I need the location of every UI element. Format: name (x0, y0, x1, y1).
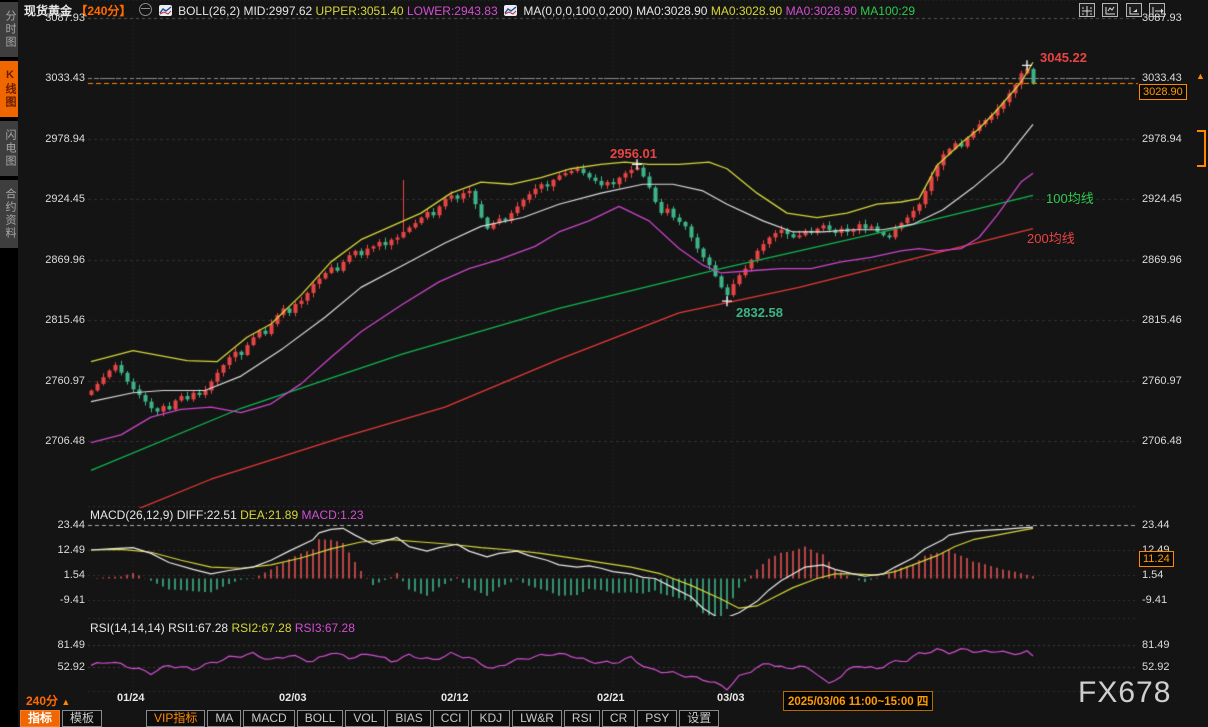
current-bar-datetime: 2025/03/06 11:00~15:00 四 (783, 691, 933, 711)
sidebar-tab-3[interactable]: 闪电图 (0, 121, 18, 176)
price-axis-right-4: 2869.96 (1142, 254, 1182, 266)
macd-dea: DEA:21.89 (240, 508, 298, 522)
rsi2-value: RSI2:67.28 (231, 621, 291, 635)
toolbar-button-MA[interactable]: MA (207, 710, 241, 727)
price-axis-right-5: 2815.46 (1142, 314, 1182, 326)
price-axis-right-0: 3087.93 (1142, 12, 1182, 24)
toolbar-button-LW&R[interactable]: LW&R (512, 710, 562, 727)
toolbar-button-设置[interactable]: 设置 (679, 710, 719, 727)
date-tick-4: 03/03 (717, 692, 745, 704)
rsi3-value: RSI3:67.28 (295, 621, 355, 635)
sidebar: 分时图 K线图闪电图合约资料 (0, 0, 18, 727)
price-axis-right-2: 2978.94 (1142, 133, 1182, 145)
ma0-yellow: MA0:3028.90 (711, 4, 782, 18)
boll-mid: MID:2997.62 (243, 4, 312, 18)
macd-value: MACD:1.23 (301, 508, 363, 522)
price-axis-left-1: 3033.43 (33, 72, 85, 84)
boll-indicator-icon[interactable] (159, 5, 172, 16)
toolbar-button-模板[interactable]: 模板 (62, 710, 102, 727)
rsi-axis-left-1: 52.92 (33, 661, 85, 673)
toolbar-button-KDJ[interactable]: KDJ (471, 710, 510, 727)
sidebar-tab-1[interactable]: 分时图 (0, 2, 18, 57)
macd-label: MACD(26,12,9) (90, 508, 173, 522)
ma-indicator-icon[interactable] (504, 5, 517, 16)
price-axis-left-2: 2978.94 (33, 133, 85, 145)
date-tick-2: 02/12 (441, 692, 469, 704)
macd-axis-left-0: 23.44 (33, 519, 85, 531)
chart-header: 现货黄金 【240分】 BOLL(26,2) MID:2997.62 UPPER… (24, 3, 915, 17)
sidebar-tab-2[interactable]: K线图 (0, 61, 18, 117)
toolbar-button-BOLL[interactable]: BOLL (297, 710, 344, 727)
rsi-axis-right-1: 52.92 (1142, 661, 1170, 673)
price-axis-left-7: 2706.48 (33, 435, 85, 447)
period-selector[interactable]: 240分 ▲ (26, 692, 70, 709)
ma200-line-label: 200均线 (1027, 228, 1075, 247)
price-axis-right-6: 2760.97 (1142, 375, 1182, 387)
macd-axis-right-0: 23.44 (1142, 519, 1170, 531)
toolbar-button-MACD[interactable]: MACD (243, 710, 294, 727)
macd-axis-left-2: 1.54 (33, 569, 85, 581)
rsi-header: RSI(14,14,14) RSI1:67.28 RSI2:67.28 RSI3… (90, 621, 355, 635)
price-axis-right-7: 2706.48 (1142, 435, 1182, 447)
date-tick-1: 02/03 (279, 692, 307, 704)
price-axis-left-6: 2760.97 (33, 375, 85, 387)
ma100-line-label: 100均线 (1046, 188, 1094, 207)
toolbar-button-VOL[interactable]: VOL (345, 710, 385, 727)
boll-label: BOLL(26,2) (178, 4, 240, 18)
period-up-arrow-icon: ▲ (61, 697, 70, 707)
toolbar-button-CCI[interactable]: CCI (433, 710, 470, 727)
price-axis-left-0: 3087.93 (33, 12, 85, 24)
current-price-tag: 3028.90 (1139, 84, 1187, 100)
ma-label: MA(0,0,0,100,0,200) (523, 4, 632, 18)
rsi-axis-right-0: 81.49 (1142, 639, 1170, 651)
rsi-label: RSI(14,14,14) (90, 621, 165, 635)
price-axis-right-3: 2924.45 (1142, 193, 1182, 205)
macd-header: MACD(26,12,9) DIFF:22.51 DEA:21.89 MACD:… (90, 508, 364, 522)
ma0-magenta: MA0:3028.90 (786, 4, 857, 18)
latest-price-arrow-icon[interactable]: ▲ (1196, 71, 1205, 81)
period-text: 240分 (26, 694, 58, 708)
high-price-label: 3045.22 (1040, 50, 1087, 65)
toolbar-button-CR[interactable]: CR (602, 710, 635, 727)
sidebar-tab-4[interactable]: 合约资料 (0, 180, 18, 248)
price-axis-left-4: 2869.96 (33, 254, 85, 266)
axis-zoom-in-icon[interactable] (1102, 3, 1118, 17)
price-axis-right-1: 3033.43 (1142, 72, 1182, 84)
watermark: FX678 (1078, 676, 1171, 710)
toolbar-button-VIP指标[interactable]: VIP指标 (146, 710, 205, 727)
price-axis-left-5: 2815.46 (33, 314, 85, 326)
toolbar-button-PSY[interactable]: PSY (637, 710, 677, 727)
swing-low-label: 2832.58 (736, 305, 783, 320)
axis-drag-handle[interactable] (1197, 130, 1206, 167)
crosshair-icon[interactable] (1079, 3, 1095, 17)
chart-window: 分时图 K线图闪电图合约资料 现货黄金 【240分】 BOLL(26,2) MID… (0, 0, 1208, 727)
axis-zoom-out-icon[interactable] (1126, 3, 1142, 17)
toolbar-button-指标[interactable]: 指标 (20, 710, 60, 727)
chart-canvas[interactable] (0, 0, 1208, 727)
ma100-green: MA100:29 (860, 4, 915, 18)
price-axis-left-3: 2924.45 (33, 193, 85, 205)
macd-axis-right-3: -9.41 (1142, 594, 1167, 606)
swing-high-label: 2956.01 (610, 146, 657, 161)
indicator-toolbar: 指标模板 VIP指标MAMACDBOLLVOLBIASCCIKDJLW&RRSIC… (20, 710, 721, 727)
toolbar-button-BIAS[interactable]: BIAS (387, 710, 430, 727)
boll-upper: UPPER:3051.40 (316, 4, 404, 18)
toolbar-button-RSI[interactable]: RSI (564, 710, 600, 727)
ma0-white: MA0:3028.90 (636, 4, 707, 18)
rsi-axis-left-0: 81.49 (33, 639, 85, 651)
macd-current-tag: 11.24 (1139, 551, 1174, 567)
date-tick-3: 02/21 (597, 692, 625, 704)
minus-circle-icon[interactable] (139, 3, 152, 16)
rsi1-value: RSI1:67.28 (168, 621, 228, 635)
macd-axis-right-2: 1.54 (1142, 569, 1163, 581)
macd-diff: DIFF:22.51 (177, 508, 237, 522)
boll-lower: LOWER:2943.83 (407, 4, 498, 18)
macd-axis-left-1: 12.49 (33, 544, 85, 556)
macd-axis-left-3: -9.41 (33, 594, 85, 606)
date-tick-0: 01/24 (117, 692, 145, 704)
